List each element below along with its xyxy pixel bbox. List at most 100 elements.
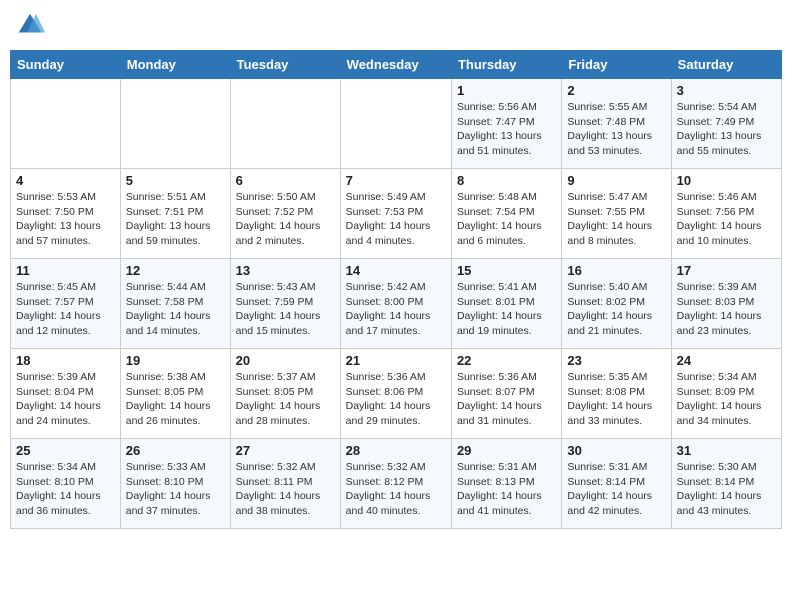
calendar-body: 1 Sunrise: 5:56 AM Sunset: 7:47 PM Daylig…: [11, 79, 782, 529]
day-info: Sunrise: 5:46 AM Sunset: 7:56 PM Dayligh…: [677, 190, 776, 249]
day-info: Sunrise: 5:47 AM Sunset: 7:55 PM Dayligh…: [567, 190, 665, 249]
day-number: 11: [16, 263, 115, 278]
day-number: 14: [346, 263, 446, 278]
day-info: Sunrise: 5:44 AM Sunset: 7:58 PM Dayligh…: [126, 280, 225, 339]
day-info: Sunrise: 5:51 AM Sunset: 7:51 PM Dayligh…: [126, 190, 225, 249]
calendar-cell: [230, 79, 340, 169]
weekday-header: Sunday: [11, 51, 121, 79]
day-number: 22: [457, 353, 556, 368]
day-info: Sunrise: 5:39 AM Sunset: 8:04 PM Dayligh…: [16, 370, 115, 429]
page-header: [10, 10, 782, 40]
calendar-cell: 3 Sunrise: 5:54 AM Sunset: 7:49 PM Daylig…: [671, 79, 781, 169]
calendar-cell: [11, 79, 121, 169]
day-info: Sunrise: 5:38 AM Sunset: 8:05 PM Dayligh…: [126, 370, 225, 429]
calendar-week-row: 11 Sunrise: 5:45 AM Sunset: 7:57 PM Dayli…: [11, 259, 782, 349]
calendar-cell: 2 Sunrise: 5:55 AM Sunset: 7:48 PM Daylig…: [562, 79, 671, 169]
day-info: Sunrise: 5:45 AM Sunset: 7:57 PM Dayligh…: [16, 280, 115, 339]
day-info: Sunrise: 5:56 AM Sunset: 7:47 PM Dayligh…: [457, 100, 556, 159]
day-info: Sunrise: 5:32 AM Sunset: 8:12 PM Dayligh…: [346, 460, 446, 519]
calendar-cell: 27Sunrise: 5:32 AM Sunset: 8:11 PM Dayli…: [230, 439, 340, 529]
calendar-cell: 23 Sunrise: 5:35 AM Sunset: 8:08 PM Dayli…: [562, 349, 671, 439]
calendar-cell: 25 Sunrise: 5:34 AM Sunset: 8:10 PM Dayli…: [11, 439, 121, 529]
calendar-cell: 4 Sunrise: 5:53 AM Sunset: 7:50 PM Daylig…: [11, 169, 121, 259]
day-number: 4: [16, 173, 115, 188]
day-number: 23: [567, 353, 665, 368]
calendar-week-row: 1 Sunrise: 5:56 AM Sunset: 7:47 PM Daylig…: [11, 79, 782, 169]
day-number: 28: [346, 443, 446, 458]
day-info: Sunrise: 5:54 AM Sunset: 7:49 PM Dayligh…: [677, 100, 776, 159]
weekday-header: Tuesday: [230, 51, 340, 79]
day-number: 10: [677, 173, 776, 188]
day-number: 17: [677, 263, 776, 278]
weekday-header: Monday: [120, 51, 230, 79]
day-info: Sunrise: 5:36 AM Sunset: 8:07 PM Dayligh…: [457, 370, 556, 429]
day-number: 8: [457, 173, 556, 188]
calendar-cell: 13 Sunrise: 5:43 AM Sunset: 7:59 PM Dayli…: [230, 259, 340, 349]
day-number: 9: [567, 173, 665, 188]
day-number: 19: [126, 353, 225, 368]
day-info: Sunrise: 5:53 AM Sunset: 7:50 PM Dayligh…: [16, 190, 115, 249]
day-number: 25: [16, 443, 115, 458]
calendar-cell: 24 Sunrise: 5:34 AM Sunset: 8:09 PM Dayli…: [671, 349, 781, 439]
day-number: 16: [567, 263, 665, 278]
calendar-week-row: 18Sunrise: 5:39 AM Sunset: 8:04 PM Dayli…: [11, 349, 782, 439]
calendar-header: SundayMondayTuesdayWednesdayThursdayFrid…: [11, 51, 782, 79]
day-info: Sunrise: 5:55 AM Sunset: 7:48 PM Dayligh…: [567, 100, 665, 159]
calendar-cell: 29Sunrise: 5:31 AM Sunset: 8:13 PM Dayli…: [451, 439, 561, 529]
day-info: Sunrise: 5:34 AM Sunset: 8:09 PM Dayligh…: [677, 370, 776, 429]
day-info: Sunrise: 5:40 AM Sunset: 8:02 PM Dayligh…: [567, 280, 665, 339]
day-number: 12: [126, 263, 225, 278]
days-of-week-row: SundayMondayTuesdayWednesdayThursdayFrid…: [11, 51, 782, 79]
calendar-cell: 31 Sunrise: 5:30 AM Sunset: 8:14 PM Dayli…: [671, 439, 781, 529]
calendar-week-row: 4 Sunrise: 5:53 AM Sunset: 7:50 PM Daylig…: [11, 169, 782, 259]
day-info: Sunrise: 5:49 AM Sunset: 7:53 PM Dayligh…: [346, 190, 446, 249]
calendar-cell: 9 Sunrise: 5:47 AM Sunset: 7:55 PM Daylig…: [562, 169, 671, 259]
calendar-cell: [340, 79, 451, 169]
calendar-cell: 5 Sunrise: 5:51 AM Sunset: 7:51 PM Daylig…: [120, 169, 230, 259]
calendar-cell: 21 Sunrise: 5:36 AM Sunset: 8:06 PM Dayli…: [340, 349, 451, 439]
calendar-cell: 6 Sunrise: 5:50 AM Sunset: 7:52 PM Daylig…: [230, 169, 340, 259]
day-number: 30: [567, 443, 665, 458]
calendar-cell: 22 Sunrise: 5:36 AM Sunset: 8:07 PM Dayli…: [451, 349, 561, 439]
day-info: Sunrise: 5:34 AM Sunset: 8:10 PM Dayligh…: [16, 460, 115, 519]
day-info: Sunrise: 5:35 AM Sunset: 8:08 PM Dayligh…: [567, 370, 665, 429]
calendar-cell: 16 Sunrise: 5:40 AM Sunset: 8:02 PM Dayli…: [562, 259, 671, 349]
calendar-cell: 19 Sunrise: 5:38 AM Sunset: 8:05 PM Dayli…: [120, 349, 230, 439]
calendar-cell: 26Sunrise: 5:33 AM Sunset: 8:10 PM Dayli…: [120, 439, 230, 529]
calendar-cell: 1 Sunrise: 5:56 AM Sunset: 7:47 PM Daylig…: [451, 79, 561, 169]
day-info: Sunrise: 5:43 AM Sunset: 7:59 PM Dayligh…: [236, 280, 335, 339]
weekday-header: Saturday: [671, 51, 781, 79]
day-number: 15: [457, 263, 556, 278]
calendar-cell: 14 Sunrise: 5:42 AM Sunset: 8:00 PM Dayli…: [340, 259, 451, 349]
calendar-week-row: 25 Sunrise: 5:34 AM Sunset: 8:10 PM Dayli…: [11, 439, 782, 529]
day-info: Sunrise: 5:42 AM Sunset: 8:00 PM Dayligh…: [346, 280, 446, 339]
calendar-cell: [120, 79, 230, 169]
calendar-cell: 20 Sunrise: 5:37 AM Sunset: 8:05 PM Dayli…: [230, 349, 340, 439]
weekday-header: Thursday: [451, 51, 561, 79]
day-number: 2: [567, 83, 665, 98]
day-number: 31: [677, 443, 776, 458]
day-number: 13: [236, 263, 335, 278]
day-info: Sunrise: 5:48 AM Sunset: 7:54 PM Dayligh…: [457, 190, 556, 249]
day-info: Sunrise: 5:30 AM Sunset: 8:14 PM Dayligh…: [677, 460, 776, 519]
calendar-cell: 10 Sunrise: 5:46 AM Sunset: 7:56 PM Dayli…: [671, 169, 781, 259]
day-number: 7: [346, 173, 446, 188]
day-number: 26: [126, 443, 225, 458]
day-info: Sunrise: 5:41 AM Sunset: 8:01 PM Dayligh…: [457, 280, 556, 339]
day-number: 5: [126, 173, 225, 188]
calendar-cell: 7 Sunrise: 5:49 AM Sunset: 7:53 PM Daylig…: [340, 169, 451, 259]
logo-icon: [15, 10, 45, 40]
calendar-cell: 17Sunrise: 5:39 AM Sunset: 8:03 PM Dayli…: [671, 259, 781, 349]
day-number: 3: [677, 83, 776, 98]
day-info: Sunrise: 5:31 AM Sunset: 8:14 PM Dayligh…: [567, 460, 665, 519]
day-number: 24: [677, 353, 776, 368]
day-number: 20: [236, 353, 335, 368]
day-number: 1: [457, 83, 556, 98]
day-info: Sunrise: 5:36 AM Sunset: 8:06 PM Dayligh…: [346, 370, 446, 429]
day-info: Sunrise: 5:37 AM Sunset: 8:05 PM Dayligh…: [236, 370, 335, 429]
day-number: 21: [346, 353, 446, 368]
calendar-cell: 11 Sunrise: 5:45 AM Sunset: 7:57 PM Dayli…: [11, 259, 121, 349]
day-number: 6: [236, 173, 335, 188]
day-number: 27: [236, 443, 335, 458]
day-info: Sunrise: 5:50 AM Sunset: 7:52 PM Dayligh…: [236, 190, 335, 249]
